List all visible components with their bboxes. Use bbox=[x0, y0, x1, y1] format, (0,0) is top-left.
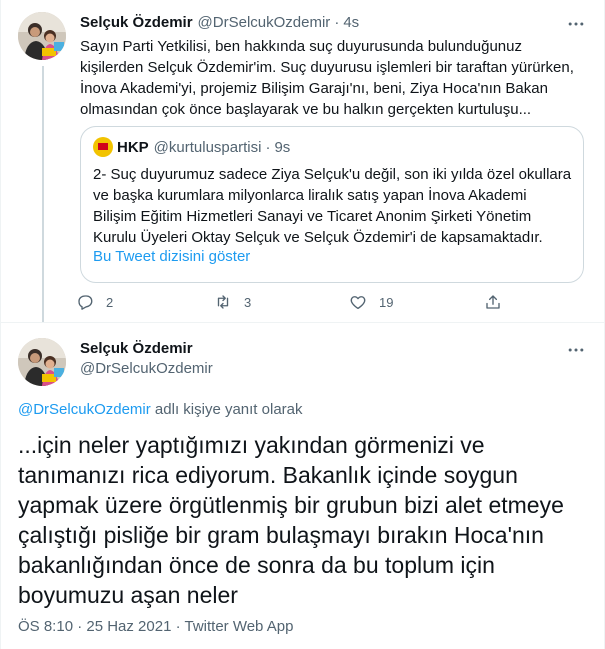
tweet-header: Selçuk Özdemir @DrSelcukOzdemir · 4s bbox=[80, 12, 359, 32]
share-button[interactable] bbox=[484, 292, 514, 312]
thread-connector bbox=[42, 66, 44, 322]
avatar[interactable] bbox=[18, 12, 66, 60]
show-thread-link[interactable]: Bu Tweet dizisini göster bbox=[93, 248, 250, 265]
quoted-tweet-text: 2- Suç duyurumuz sadece Ziya Selçuk'u de… bbox=[93, 166, 572, 246]
tweet-first[interactable]: Selçuk Özdemir @DrSelcukOzdemir · 4s Say… bbox=[0, 0, 605, 322]
tweet-text: ...için neler yaptığımızı yakından görme… bbox=[18, 432, 564, 608]
reply-icon bbox=[78, 295, 93, 310]
author-handle[interactable]: @DrSelcukOzdemir bbox=[198, 14, 331, 31]
author-handle[interactable]: @DrSelcukOzdemir bbox=[80, 360, 213, 377]
tweet-actions: 2 3 19 bbox=[76, 292, 506, 312]
retweet-button[interactable]: 3 bbox=[214, 292, 251, 312]
retweet-icon bbox=[217, 295, 229, 309]
quoted-author-handle: @kurtuluspartisi bbox=[153, 138, 262, 156]
separator-dot: · bbox=[265, 138, 271, 156]
quoted-tweet[interactable]: HKP @kurtuluspartisi · 9s 2- Suç duyurum… bbox=[80, 126, 584, 283]
reply-button[interactable]: 2 bbox=[76, 292, 113, 312]
separator-dot: · bbox=[334, 13, 340, 31]
quoted-tweet-time: 9s bbox=[274, 138, 291, 156]
avatar[interactable] bbox=[18, 338, 66, 386]
more-horizontal-icon[interactable] bbox=[566, 14, 586, 34]
reply-mention-link[interactable]: @DrSelcukOzdemir bbox=[18, 401, 151, 418]
more-horizontal-icon[interactable] bbox=[566, 340, 586, 360]
author-name[interactable]: Selçuk Özdemir bbox=[80, 340, 193, 357]
retweet-count: 3 bbox=[244, 294, 252, 310]
tweet-divider bbox=[0, 322, 605, 323]
tweet-text: Sayın Parti Yetkilisi, ben hakkında suç … bbox=[80, 38, 574, 118]
like-count: 19 bbox=[379, 294, 394, 310]
reply-suffix: adlı kişiye yanıt olarak bbox=[150, 401, 303, 418]
tweet-time[interactable]: 4s bbox=[343, 14, 359, 31]
reply-count: 2 bbox=[106, 294, 114, 310]
like-button[interactable]: 19 bbox=[349, 292, 393, 312]
quoted-author-name: HKP bbox=[117, 138, 149, 156]
heart-icon bbox=[350, 296, 366, 310]
author-name[interactable]: Selçuk Özdemir bbox=[80, 14, 193, 31]
share-icon bbox=[486, 295, 500, 309]
hkp-logo-icon bbox=[93, 137, 113, 157]
quoted-tweet-header: HKP @kurtuluspartisi · 9s bbox=[93, 137, 290, 157]
avatar-photo bbox=[18, 12, 66, 60]
avatar-photo bbox=[18, 338, 66, 386]
tweet-timestamp-source[interactable]: ÖS 8:10 · 25 Haz 2021 · Twitter Web App bbox=[18, 618, 293, 635]
replying-to: @DrSelcukOzdemir adlı kişiye yanıt olara… bbox=[18, 401, 303, 418]
